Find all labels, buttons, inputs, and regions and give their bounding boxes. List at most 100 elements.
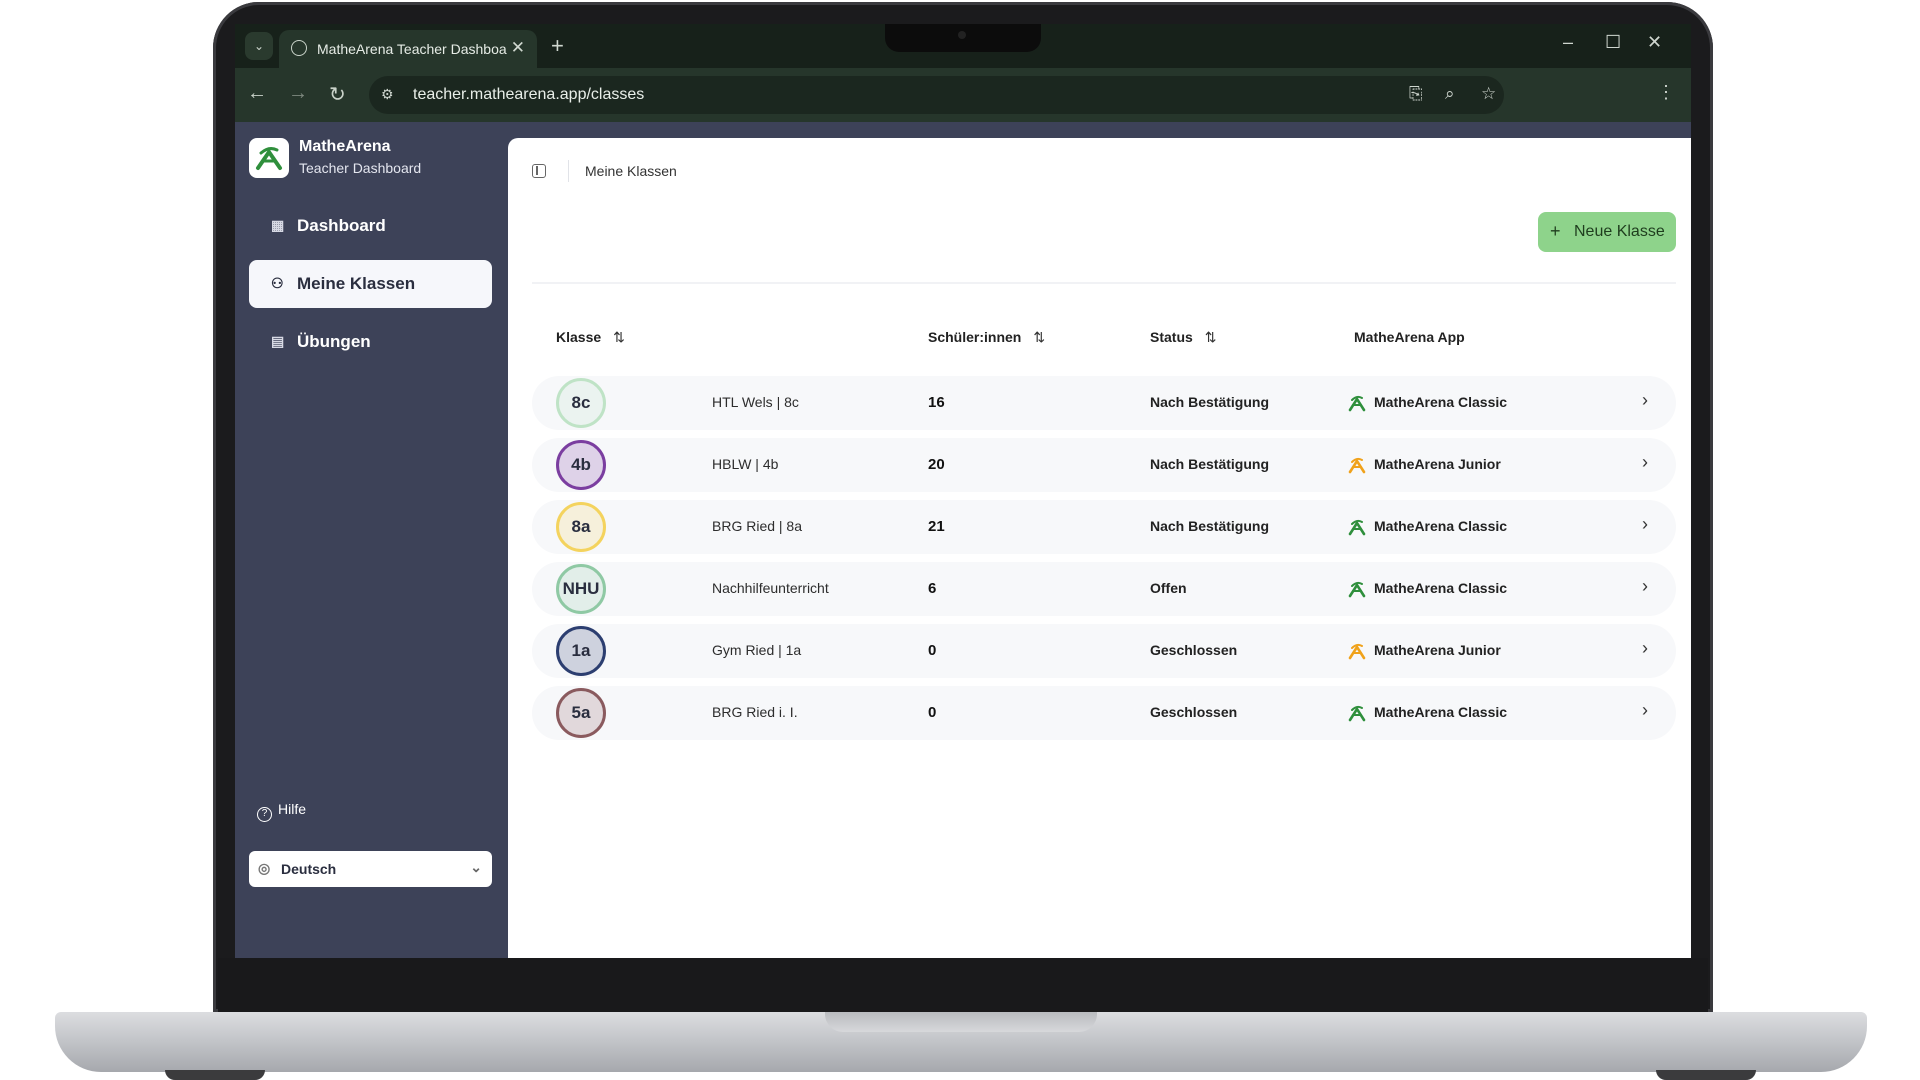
mathearena-logo-icon: [249, 138, 289, 178]
status-text: Geschlossen: [1150, 704, 1238, 720]
sidebar-item-meine-klassen[interactable]: ⚇ Meine Klassen: [249, 260, 492, 308]
window-close-icon[interactable]: ✕: [1647, 32, 1662, 53]
table-row[interactable]: 5a BRG Ried i. I. 0 Geschlossen MatheArena C…: [532, 686, 1676, 740]
sidebar-item-dashboard[interactable]: ▦ Dashboard: [249, 202, 492, 250]
sidebar-item-uebungen[interactable]: ▤ Übungen: [249, 318, 492, 366]
status-text: Nach Bestätigung: [1150, 518, 1270, 534]
class-name: BRG Ried | 8a: [712, 518, 803, 534]
forward-arrow-icon[interactable]: →: [288, 82, 308, 105]
app-name: MatheArena: [299, 138, 391, 155]
class-avatar: NHU: [556, 564, 606, 614]
main-panel: Meine Klassen + Neue Klasse Klasse ⇅ Schü…: [508, 138, 1691, 958]
class-avatar: 1a: [556, 626, 606, 676]
breadcrumb-divider: [568, 160, 569, 182]
zoom-icon[interactable]: ⌕: [1445, 84, 1455, 104]
student-count: 6: [928, 580, 937, 597]
class-name: Nachhilfeunterricht: [712, 580, 829, 596]
sort-icon[interactable]: ⇅: [613, 329, 625, 345]
class-name: HBLW | 4b: [712, 456, 779, 472]
laptop-foot: [165, 1070, 265, 1080]
back-arrow-icon[interactable]: ←: [247, 82, 267, 105]
student-count: 0: [928, 704, 937, 721]
chevron-right-icon[interactable]: ›: [1642, 514, 1648, 535]
chevron-down-icon: ⌄: [470, 859, 482, 875]
class-name: HTL Wels | 8c: [712, 394, 799, 410]
tab-search-chevron-icon[interactable]: ⌄: [245, 32, 273, 60]
app-name: MatheArena Classic: [1374, 518, 1508, 534]
column-header-app: MatheArena App: [1354, 329, 1465, 345]
users-icon: ⚇: [271, 275, 284, 291]
column-header-status[interactable]: Status ⇅: [1150, 329, 1217, 346]
table-row[interactable]: 8a BRG Ried | 8a 21 Nach Bestätigung MatheAr…: [532, 500, 1676, 554]
sidebar-item-label: Meine Klassen: [297, 274, 416, 293]
translate-icon[interactable]: ⎘: [1409, 84, 1423, 104]
camera-notch: [885, 24, 1041, 52]
app-logo-icon: [1348, 581, 1366, 598]
chevron-right-icon[interactable]: ›: [1642, 700, 1648, 721]
column-header-klasse[interactable]: Klasse ⇅: [556, 329, 625, 346]
laptop-opening-notch: [825, 1012, 1097, 1032]
chevron-right-icon[interactable]: ›: [1642, 390, 1648, 411]
status-text: Offen: [1150, 580, 1187, 596]
app-logo-icon: [1348, 457, 1366, 474]
app-logo-icon: [1348, 519, 1366, 536]
url-text[interactable]: teacher.mathearena.app/classes: [413, 86, 644, 104]
column-header-schueler[interactable]: Schüler:innen ⇅: [928, 329, 1045, 346]
app-logo-icon: [1348, 395, 1366, 412]
new-class-label: Neue Klasse: [1574, 223, 1665, 240]
class-avatar: 8a: [556, 502, 606, 552]
table-row[interactable]: NHU Nachhilfeunterricht 6 Offen MatheArena C…: [532, 562, 1676, 616]
app-name: MatheArena Classic: [1374, 394, 1508, 410]
status-text: Geschlossen: [1150, 642, 1238, 658]
sidebar-toggle-icon[interactable]: [532, 164, 546, 178]
student-count: 16: [928, 394, 945, 411]
maximize-icon[interactable]: ☐: [1605, 32, 1621, 53]
sidebar: MatheArena Teacher Dashboard ▦ Dashboard…: [235, 122, 508, 958]
chevron-right-icon[interactable]: ›: [1642, 576, 1648, 597]
student-count: 0: [928, 642, 937, 659]
app-logo-icon: [1348, 643, 1366, 660]
browser-menu-icon[interactable]: ⋮: [1657, 82, 1675, 103]
sort-icon[interactable]: ⇅: [1033, 329, 1045, 345]
help-link[interactable]: ? Hilfe: [257, 801, 306, 822]
class-avatar: 8c: [556, 378, 606, 428]
reload-icon[interactable]: ↻: [329, 82, 346, 107]
table-row[interactable]: 1a Gym Ried | 1a 0 Geschlossen MatheArena Ju…: [532, 624, 1676, 678]
laptop-foot: [1656, 1070, 1756, 1080]
table-row[interactable]: 8c HTL Wels | 8c 16 Nach Bestätigung MatheAr…: [532, 376, 1676, 430]
globe-icon: [291, 40, 307, 56]
new-tab-button[interactable]: +: [551, 33, 564, 59]
table-row[interactable]: 4b HBLW | 4b 20 Nach Bestätigung MatheArena …: [532, 438, 1676, 492]
app-name: MatheArena Classic: [1374, 704, 1508, 720]
chevron-right-icon[interactable]: ›: [1642, 638, 1648, 659]
app-name: MatheArena Classic: [1374, 580, 1508, 596]
sidebar-item-label: Dashboard: [297, 216, 386, 235]
app-subtitle: Teacher Dashboard: [299, 160, 422, 176]
class-name: Gym Ried | 1a: [712, 642, 802, 658]
language-value: Deutsch: [281, 861, 337, 877]
address-bar[interactable]: ⚙ teacher.mathearena.app/classes ⎘ ⌕ ☆: [369, 76, 1504, 114]
help-icon: ?: [257, 807, 272, 822]
language-select[interactable]: ◎ Deutsch ⌄: [249, 851, 492, 887]
screen: ⌄ MatheArena Teacher Dashboard ✕ + – ☐ ✕…: [235, 24, 1691, 958]
new-class-button[interactable]: + Neue Klasse: [1538, 212, 1676, 252]
tab-title: MatheArena Teacher Dashboard: [317, 41, 507, 57]
bookmark-star-icon[interactable]: ☆: [1481, 84, 1496, 104]
exercise-icon: ▤: [271, 333, 285, 349]
chevron-right-icon[interactable]: ›: [1642, 452, 1648, 473]
class-avatar: 4b: [556, 440, 606, 490]
app-name: MatheArena Junior: [1374, 642, 1501, 658]
grid-icon: ▦: [271, 217, 285, 233]
sort-icon[interactable]: ⇅: [1205, 329, 1217, 345]
class-name: BRG Ried i. I.: [712, 704, 798, 720]
laptop-bezel: [218, 958, 1708, 1012]
browser-toolbar: ← → ↻ ⚙ teacher.mathearena.app/classes ⎘…: [235, 68, 1691, 122]
plus-icon: +: [1550, 221, 1561, 241]
student-count: 20: [928, 456, 945, 473]
site-settings-icon[interactable]: ⚙: [381, 86, 394, 103]
class-avatar: 5a: [556, 688, 606, 738]
status-text: Nach Bestätigung: [1150, 456, 1270, 472]
close-icon[interactable]: ✕: [511, 38, 525, 58]
browser-tab[interactable]: MatheArena Teacher Dashboard ✕: [279, 30, 537, 68]
minimize-icon[interactable]: –: [1563, 32, 1573, 53]
